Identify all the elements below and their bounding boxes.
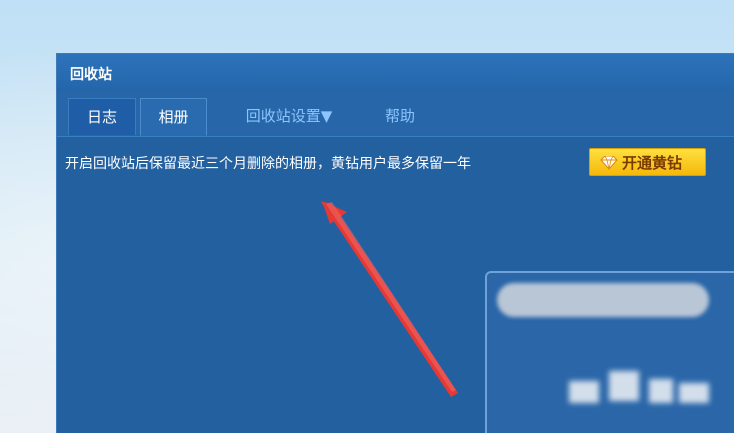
annotation-arrow	[321, 201, 458, 397]
arrow-highlight	[326, 202, 456, 392]
